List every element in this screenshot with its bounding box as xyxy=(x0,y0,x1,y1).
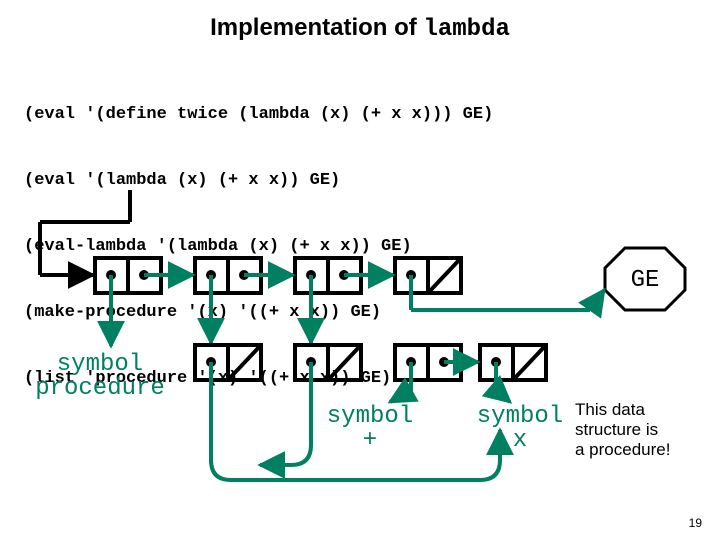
caption-line: a procedure! xyxy=(575,440,705,460)
slide-title: Implementation of lambda xyxy=(0,14,720,43)
symbol-procedure-l1: symbol xyxy=(57,351,143,378)
title-keyword: lambda xyxy=(423,16,509,43)
symbol-plus-l1: symbol xyxy=(327,403,413,430)
title-text: Implementation of xyxy=(210,14,423,41)
page-number: 19 xyxy=(689,516,702,530)
code-line: (eval '(define twice (lambda (x) (+ x x)… xyxy=(24,104,493,126)
code-line: (eval '(lambda (x) (+ x x)) GE) xyxy=(24,170,493,192)
symbol-x-l2: x xyxy=(513,427,527,454)
symbol-procedure-l2: procedure xyxy=(35,375,165,402)
ge-label: GE xyxy=(631,267,660,294)
symbol-plus-l2: + xyxy=(363,427,377,454)
caption-line: This data xyxy=(575,400,705,420)
caption: This data structure is a procedure! xyxy=(575,400,705,460)
caption-line: structure is xyxy=(575,420,705,440)
symbol-x-l1: symbol xyxy=(477,403,563,430)
